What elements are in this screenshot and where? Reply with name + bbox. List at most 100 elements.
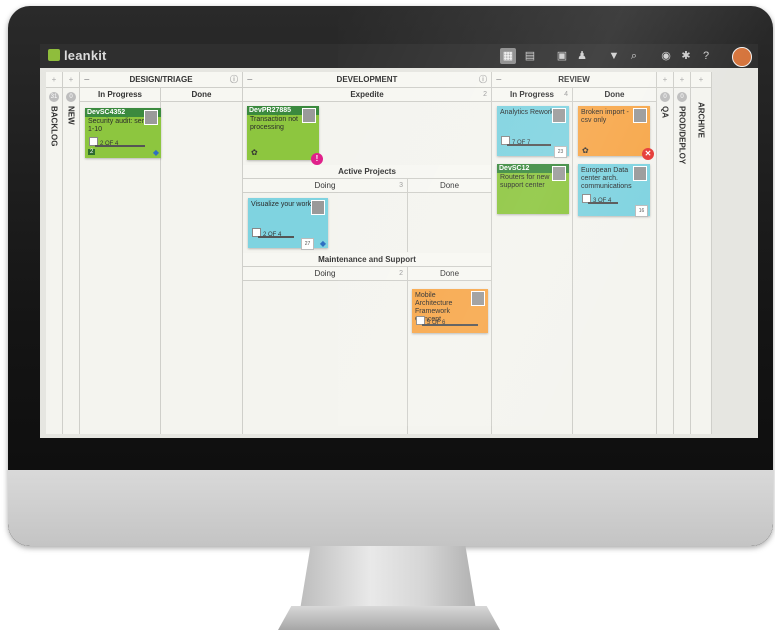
assignee-avatar[interactable] xyxy=(633,166,647,181)
prod-count: 0 xyxy=(677,92,687,102)
ap-doing-header: Doing 3 xyxy=(243,179,407,193)
assignee-avatar[interactable] xyxy=(302,108,316,123)
ap-doing-count: 3 xyxy=(399,182,403,189)
monitor-bezel: leankit ▦ ▤ ▣ ♟ ▼ ⌕ ◉ ✱ ? + 31 BACKLOG +… xyxy=(8,6,773,546)
ap-doing-label: Doing xyxy=(314,181,336,190)
lane-archive[interactable]: + ARCHIVE xyxy=(691,72,712,434)
kanban-board: + 31 BACKLOG + 0 NEW – DESIGN/TRIAGE ⓘ In … xyxy=(46,72,754,434)
lane-qa[interactable]: + 0 QA xyxy=(657,72,674,434)
lane-new[interactable]: + 0 NEW xyxy=(63,72,80,434)
filter-icon[interactable]: ▼ xyxy=(606,48,622,64)
users-icon[interactable]: ♟ xyxy=(574,48,590,64)
assignee-avatar[interactable] xyxy=(311,200,325,215)
bug-icon: ✿ xyxy=(251,148,258,157)
card-mobile-architecture[interactable]: Mobile Architecture Framework Concept 5 … xyxy=(412,289,488,333)
new-label: NEW xyxy=(66,106,76,125)
design-header: – DESIGN/TRIAGE ⓘ xyxy=(80,72,242,88)
review-label: REVIEW xyxy=(558,75,590,84)
lane-add-icon[interactable]: + xyxy=(691,72,711,88)
lane-design-triage[interactable]: – DESIGN/TRIAGE ⓘ In Progress Done DevSC43… xyxy=(80,72,243,434)
monitor-chin xyxy=(8,470,773,546)
ms-doing-count: 2 xyxy=(399,270,403,277)
blocked-alert-icon[interactable]: ! xyxy=(311,153,323,165)
due-date-icon: 27 xyxy=(301,238,314,250)
tag-icon: ◆ xyxy=(319,239,326,248)
design-done: Done xyxy=(161,88,242,102)
qa-count: 0 xyxy=(660,92,670,102)
ms-doing-label: Doing xyxy=(314,269,336,278)
board-view-icon[interactable]: ▦ xyxy=(500,48,516,64)
card-european-data-center[interactable]: European Data center arch. communication… xyxy=(578,164,650,217)
ms-doing-header: Doing 2 xyxy=(243,267,407,281)
due-date-icon: 16 xyxy=(635,205,648,217)
collapse-icon[interactable]: – xyxy=(247,72,253,87)
collapse-icon[interactable]: – xyxy=(84,72,90,87)
logo[interactable]: leankit xyxy=(48,48,107,63)
ap-done-header: Done xyxy=(408,179,491,193)
design-in-progress: In Progress xyxy=(80,88,160,102)
maintenance-header: Maintenance and Support xyxy=(243,253,491,267)
collapse-icon[interactable]: – xyxy=(496,72,502,87)
lane-add-icon[interactable]: + xyxy=(46,72,62,88)
development-label: DEVELOPMENT xyxy=(336,75,398,84)
lane-backlog[interactable]: + 31 BACKLOG xyxy=(46,72,63,434)
lane-development[interactable]: – DEVELOPMENT ⓘ Expedite 2 DevPR27885 Trans… xyxy=(243,72,492,434)
logo-text: leankit xyxy=(64,48,107,63)
task-bar xyxy=(422,324,478,326)
review-ip-count: 4 xyxy=(564,91,568,98)
card-devsc12[interactable]: DevSC12 Routers for new support center xyxy=(497,164,569,214)
prod-label: PROD/DEPLOY xyxy=(677,106,687,165)
info-icon[interactable]: ⓘ xyxy=(479,72,487,87)
task-bar xyxy=(588,202,618,204)
card-analytics-rework[interactable]: Analytics Rework 7 OF 7 23 xyxy=(497,106,569,158)
expedite-label: Expedite xyxy=(350,90,384,99)
assignee-avatar[interactable] xyxy=(552,108,566,123)
settings-icon[interactable]: ✱ xyxy=(678,48,694,64)
task-bar xyxy=(258,236,294,238)
expedite-header: Expedite 2 xyxy=(243,88,491,102)
top-bar: leankit ▦ ▤ ▣ ♟ ▼ ⌕ ◉ ✱ ? xyxy=(40,44,758,68)
review-ip-label: In Progress xyxy=(509,90,554,99)
assignee-avatar[interactable] xyxy=(144,110,158,125)
lane-prod-deploy[interactable]: + 0 PROD/DEPLOY xyxy=(674,72,691,434)
card-tag: 2 xyxy=(88,149,96,155)
new-count: 0 xyxy=(66,92,76,102)
task-bar xyxy=(95,145,145,147)
lane-review[interactable]: – REVIEW In Progress 4 Done Analytics Rewo… xyxy=(492,72,657,434)
tag-icon: ◆ xyxy=(152,148,159,157)
share-icon[interactable]: ◉ xyxy=(658,48,674,64)
monitor-stand xyxy=(300,546,476,610)
expedite-count: 2 xyxy=(483,91,487,98)
backlog-label: BACKLOG xyxy=(49,106,59,147)
search-icon[interactable]: ⌕ xyxy=(626,48,642,64)
review-done: Done xyxy=(573,88,656,102)
app-screen: leankit ▦ ▤ ▣ ♟ ▼ ⌕ ◉ ✱ ? + 31 BACKLOG +… xyxy=(40,44,758,438)
design-label: DESIGN/TRIAGE xyxy=(129,75,193,84)
info-icon[interactable]: ⓘ xyxy=(230,72,238,87)
help-icon[interactable]: ? xyxy=(698,48,714,64)
card-devpr27885[interactable]: DevPR27885 Transaction not processing ✿ xyxy=(247,106,319,160)
qa-label: QA xyxy=(660,106,670,118)
assignee-avatar[interactable] xyxy=(471,291,485,306)
logo-mark-icon xyxy=(48,49,60,61)
bug-icon: ✿ xyxy=(582,146,589,155)
review-in-progress: In Progress 4 xyxy=(492,88,572,102)
new-card-icon[interactable]: ▣ xyxy=(554,48,570,64)
lane-add-icon[interactable]: + xyxy=(657,72,673,88)
card-visualize-workflow[interactable]: Visualize your workflow 2 OF 4 27 ◆ xyxy=(248,198,328,250)
development-header: – DEVELOPMENT ⓘ xyxy=(243,72,491,88)
calendar-icon[interactable]: ▤ xyxy=(522,48,538,64)
card-devsc4352[interactable]: DevSC4352 Security audit: servers 1-10 2… xyxy=(85,108,161,158)
assignee-avatar[interactable] xyxy=(633,108,647,123)
review-header: – REVIEW xyxy=(492,72,656,88)
ms-done-header: Done xyxy=(408,267,491,281)
lane-add-icon[interactable]: + xyxy=(674,72,690,88)
due-date-icon: 23 xyxy=(554,146,567,158)
assignee-avatar[interactable] xyxy=(552,166,566,181)
card-broken-import[interactable]: Broken import - csv only ✿ xyxy=(578,106,650,156)
user-avatar[interactable] xyxy=(732,47,752,67)
active-projects-header: Active Projects xyxy=(243,165,491,179)
cancel-alert-icon[interactable]: ✕ xyxy=(642,148,654,160)
lane-add-icon[interactable]: + xyxy=(63,72,79,88)
task-bar xyxy=(507,144,551,146)
